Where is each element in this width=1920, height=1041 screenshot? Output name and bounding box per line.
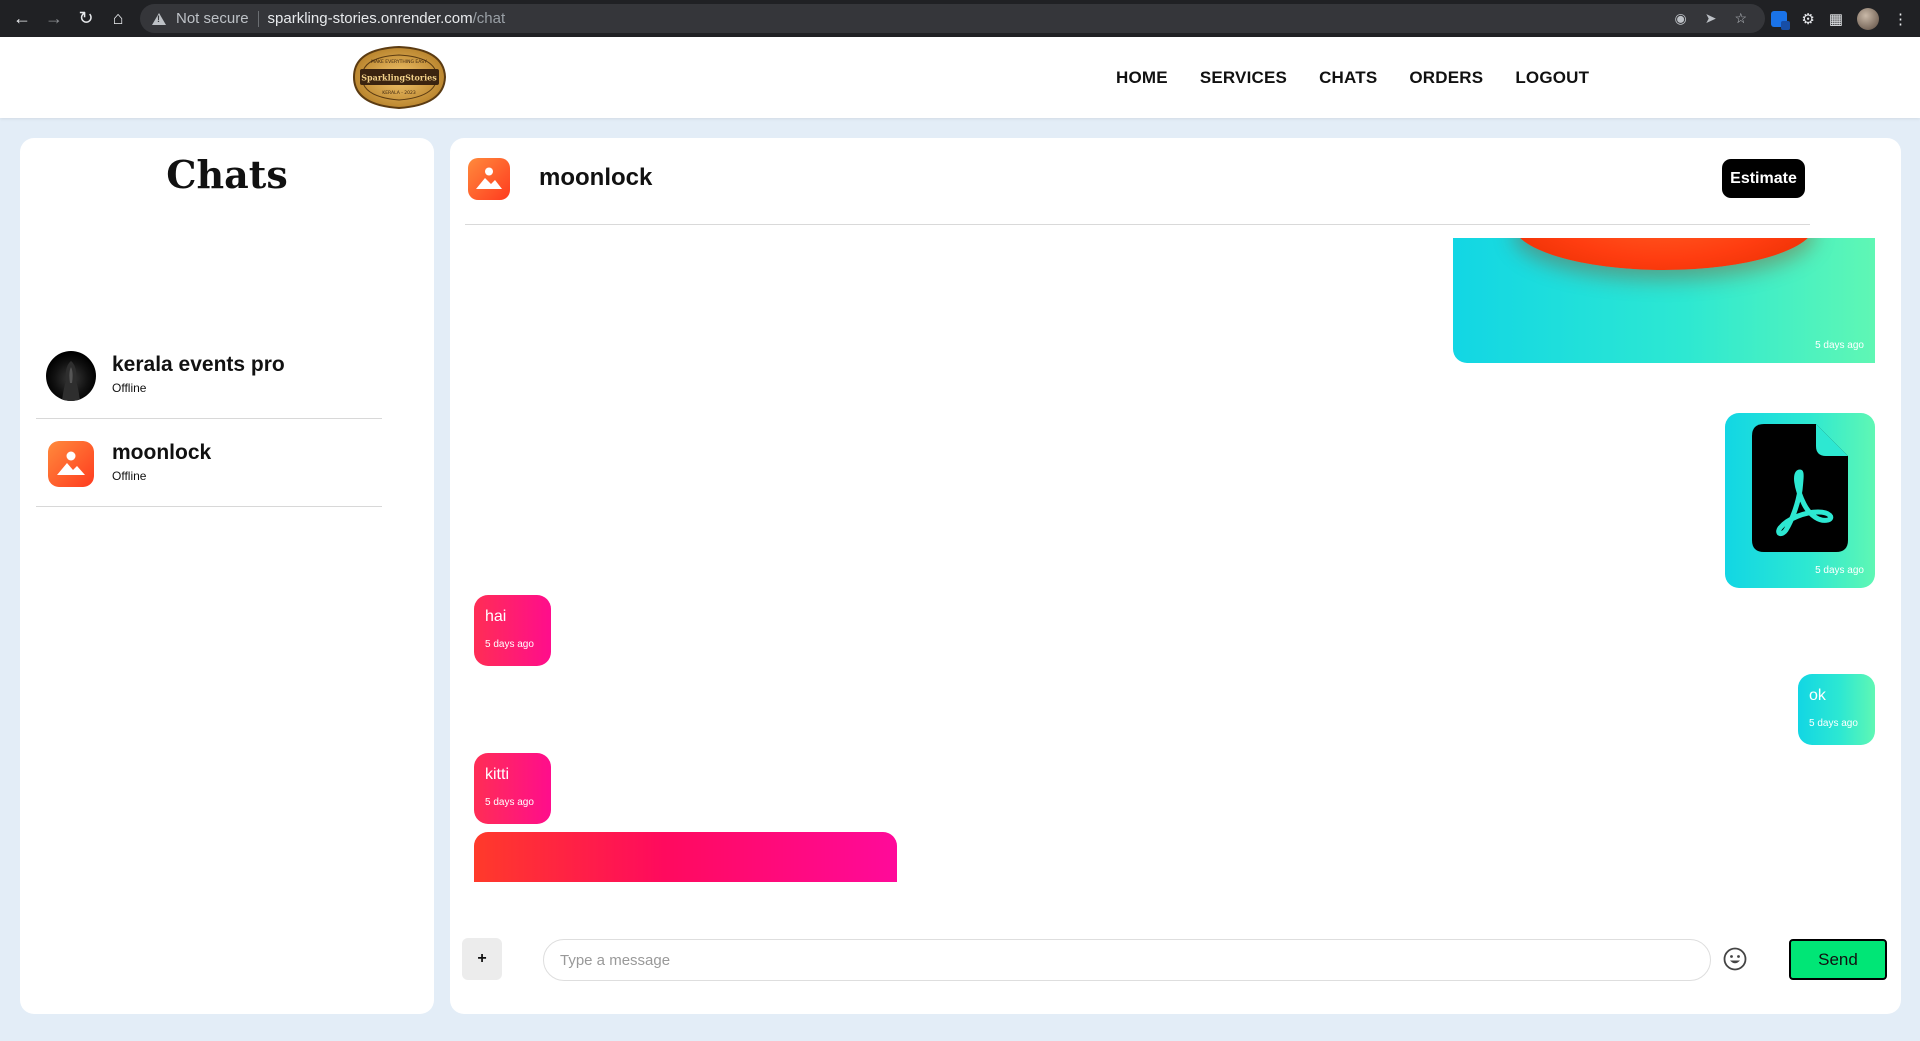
message-time: 5 days ago (1809, 718, 1858, 729)
logo-name: SparklingStories (361, 73, 437, 83)
sent-file-message[interactable]: 5 days ago (1725, 413, 1875, 588)
chats-title: Chats (166, 152, 288, 197)
main-nav: HOME SERVICES CHATS ORDERS LOGOUT (1116, 37, 1589, 118)
received-image-message[interactable] (474, 832, 897, 882)
message-time: 5 days ago (485, 639, 534, 650)
image-thumbnail (1513, 238, 1815, 270)
extension-icon[interactable] (1771, 10, 1791, 30)
puzzle-icon[interactable]: ⚙ (1801, 10, 1814, 28)
chat-contact-status: Offline (112, 381, 147, 395)
extensions-area: ⚙ ▦ ⋮ (1771, 0, 1908, 37)
back-arrow-icon[interactable]: ← (6, 0, 38, 37)
side-panel-icon[interactable]: ▦ (1829, 10, 1843, 28)
profile-avatar[interactable] (1857, 7, 1879, 30)
chats-sidebar: Chats kerala events pro Offline moonlock… (20, 138, 434, 1014)
nav-home[interactable]: HOME (1116, 68, 1168, 88)
avatar (48, 441, 94, 487)
url-host: sparkling-stories.onrender.com (267, 10, 473, 27)
chat-item-kerala-events-pro[interactable]: kerala events pro Offline (36, 331, 382, 419)
address-bar[interactable]: Not secure sparkling-stories.onrender.co… (140, 4, 1765, 33)
conversation-panel: moonlock Estimate 5 days ago 5 days ago … (450, 138, 1901, 1014)
logo-top-text: MAKE EVERYTHING EASY (371, 59, 427, 65)
received-message[interactable]: kitti 5 days ago (474, 753, 551, 824)
sent-image-message[interactable]: 5 days ago (1453, 238, 1875, 363)
chat-contact-name: kerala events pro (112, 353, 285, 376)
bookmark-star-icon[interactable]: ☆ (1734, 10, 1747, 27)
message-time: 5 days ago (1815, 565, 1864, 576)
message-input[interactable] (543, 939, 1711, 981)
reload-icon[interactable]: ↻ (70, 0, 102, 37)
attach-button[interactable]: + (462, 938, 502, 980)
home-icon[interactable]: ⌂ (102, 0, 134, 37)
location-pin-icon[interactable]: ◉ (1674, 10, 1686, 27)
dark-portrait-icon (62, 361, 80, 401)
message-list[interactable]: 5 days ago 5 days ago hai 5 days ago ok … (450, 238, 1901, 882)
menu-dots-icon[interactable]: ⋮ (1893, 10, 1908, 28)
url-path: /chat (472, 10, 506, 27)
chat-contact-name: moonlock (112, 441, 212, 464)
browser-toolbar: ← → ↻ ⌂ Not secure sparkling-stories.onr… (0, 0, 1920, 37)
sent-message[interactable]: ok 5 days ago (1798, 674, 1875, 745)
nav-logout[interactable]: LOGOUT (1515, 68, 1589, 88)
emoji-icon[interactable] (1723, 947, 1747, 971)
sparkling-stories-logo[interactable]: MAKE EVERYTHING EASY SparklingStories KE… (348, 41, 451, 114)
security-label: Not secure (176, 10, 249, 27)
message-text: ok (1809, 687, 1826, 704)
chat-contact-status: Offline (112, 469, 147, 483)
nav-orders[interactable]: ORDERS (1409, 68, 1483, 88)
contact-name: moonlock (539, 164, 653, 191)
nav-services[interactable]: SERVICES (1200, 68, 1287, 88)
warning-icon (152, 12, 166, 25)
contact-avatar (468, 158, 510, 200)
estimate-button[interactable]: Estimate (1722, 159, 1805, 198)
omnibox-actions: ◉ ➤ ☆ (1674, 4, 1747, 33)
message-text: hai (485, 608, 507, 625)
forward-arrow-icon[interactable]: → (38, 0, 70, 37)
chat-item-moonlock[interactable]: moonlock Offline (36, 419, 382, 507)
site-header: MAKE EVERYTHING EASY SparklingStories KE… (0, 37, 1920, 118)
avatar (46, 351, 96, 401)
image-icon (48, 441, 94, 487)
nav-chats[interactable]: CHATS (1319, 68, 1377, 88)
pdf-file-icon (1752, 424, 1848, 552)
message-time: 5 days ago (485, 797, 534, 808)
share-icon[interactable]: ➤ (1705, 10, 1717, 27)
logo-bottom-text: KERALA - 2023 (382, 90, 416, 96)
message-time: 5 days ago (1815, 340, 1864, 351)
message-text: kitti (485, 766, 509, 783)
conversation-header: moonlock Estimate (465, 138, 1810, 225)
received-message[interactable]: hai 5 days ago (474, 595, 551, 666)
address-divider (257, 10, 259, 27)
send-button[interactable]: Send (1789, 939, 1887, 980)
